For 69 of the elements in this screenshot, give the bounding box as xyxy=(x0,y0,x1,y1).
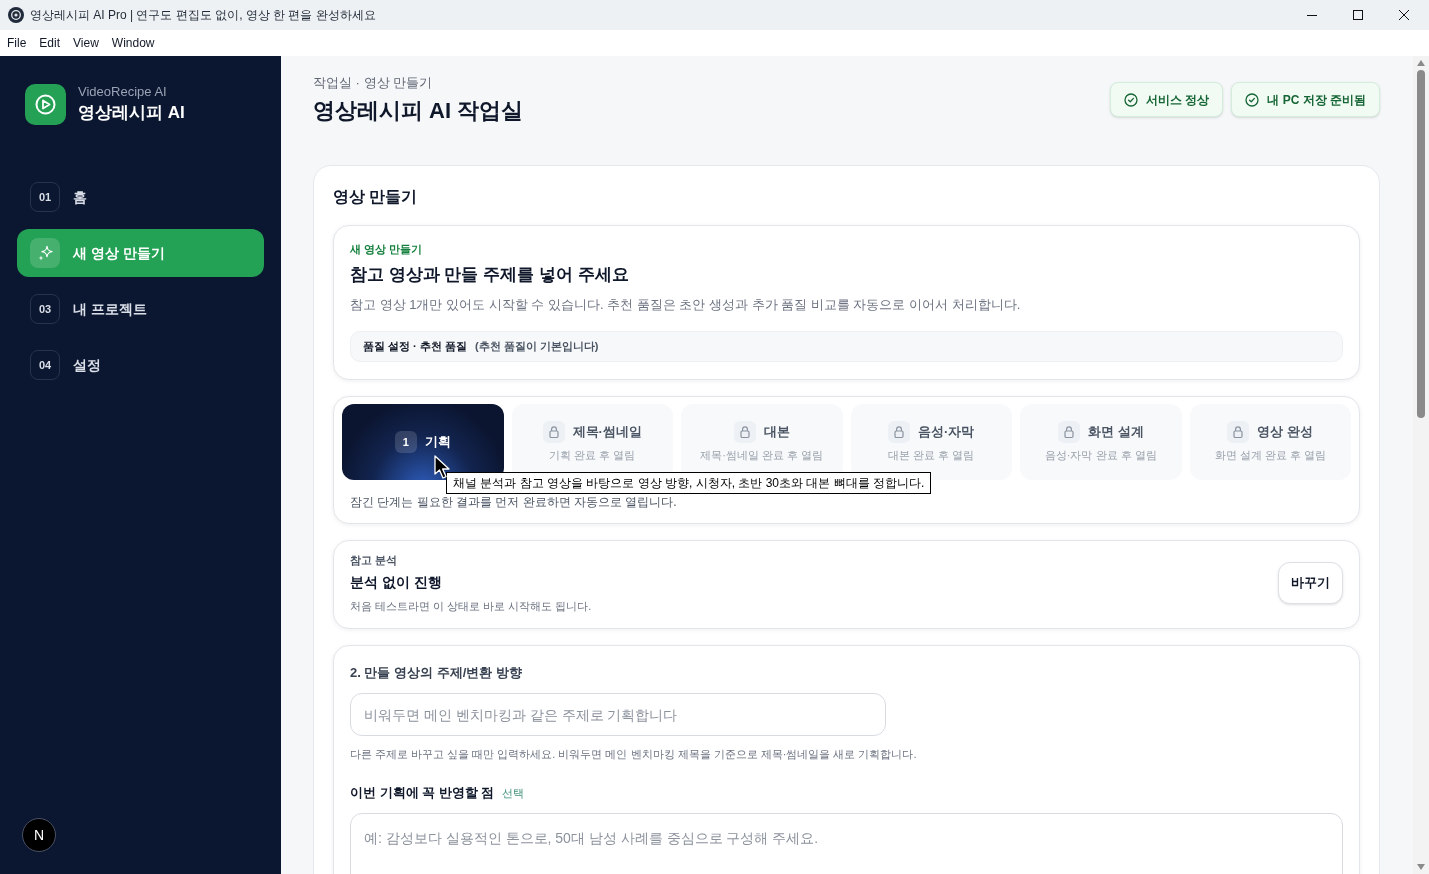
check-circle-icon xyxy=(1124,92,1138,107)
lock-icon xyxy=(1227,421,1250,443)
field-help: 다른 주제로 바꾸고 싶을 때만 입력하세요. 비워두면 메인 벤치마킹 제목을 기준으로 제목·썸네일을 새로 기획합니다. xyxy=(350,747,918,762)
sidebar-item[interactable]: 01 홈 xyxy=(17,173,264,221)
step-hint: 기획 완료 후 열림 xyxy=(549,448,636,463)
tooltip: 채널 분석과 참고 영상을 바탕으로 영상 방향, 시청자, 초반 30초와 대본 뼈대를 정합니다. xyxy=(446,472,932,494)
lock-icon xyxy=(542,421,565,443)
scroll-down-arrow-icon[interactable] xyxy=(1417,864,1425,870)
step-title: 화면 설계 xyxy=(1087,423,1144,441)
reference-label: 참고 분석 xyxy=(350,553,399,568)
lock-icon xyxy=(1057,421,1080,443)
menu-item[interactable]: Window xyxy=(111,35,155,51)
menu-item[interactable]: View xyxy=(73,35,99,51)
maximize-icon xyxy=(1353,10,1363,20)
check-circle-icon xyxy=(1245,92,1260,107)
item-number: 01 xyxy=(30,182,60,212)
step-hint: 대본 완료 후 열림 xyxy=(888,448,975,463)
brand-subtitle: VideoRecipe AI xyxy=(78,83,168,101)
step-title: 기획 xyxy=(424,433,451,451)
lock-icon xyxy=(733,421,756,443)
step-title: 제목·썸네일 xyxy=(572,423,642,441)
step-number: 1 xyxy=(394,431,417,453)
breadcrumb: 작업실 · 영상 만들기 xyxy=(313,74,434,92)
optional-tag: 선택 xyxy=(502,785,525,801)
sidebar-item[interactable]: 04 설정 xyxy=(17,341,264,389)
status-label: 서비스 정상 xyxy=(1146,91,1210,109)
step-hint: 음성·자막 완료 후 열림 xyxy=(1044,448,1157,463)
sidebar-item[interactable]: 03 내 프로젝트 xyxy=(17,285,264,333)
page-title: 영상레시피 AI 작업실 xyxy=(313,97,524,125)
window-title: 영상레시피 AI Pro | 연구도 편집도 없이, 영상 한 편을 완성하세요 xyxy=(30,7,376,24)
item-number: 04 xyxy=(30,350,60,380)
field-label: 2. 만들 영상의 주제/변환 방향 xyxy=(350,664,523,682)
quality-note: (추천 품질이 기본입니다) xyxy=(474,339,599,355)
quality-bar[interactable]: 품질 설정 · 추천 품질 (추천 품질이 기본입니다) xyxy=(350,331,1343,362)
step-title: 대본 xyxy=(763,423,790,441)
topic-input[interactable]: 비워두면 메인 벤치마킹과 같은 주제로 기획합니다 xyxy=(350,693,886,736)
field-label: 이번 기획에 꼭 반영할 점 xyxy=(350,784,495,802)
reference-hint: 처음 테스트라면 이 상태로 바로 시작해도 됩니다. xyxy=(350,599,592,614)
panel-title: 영상 만들기 xyxy=(333,187,419,207)
step-tab[interactable]: 화면 설계 음성·자막 완료 후 열림 xyxy=(1020,404,1182,480)
quality-label: 품질 설정 · 추천 품질 xyxy=(363,339,467,355)
sparkle-icon xyxy=(30,238,60,268)
step-title: 음성·자막 xyxy=(918,423,975,441)
menu-item[interactable]: Edit xyxy=(39,35,61,51)
status-label: 내 PC 저장 준비됨 xyxy=(1267,91,1366,109)
app-logo-icon xyxy=(8,7,24,23)
step-title: 영상 완성 xyxy=(1257,423,1314,441)
step-hint: 제목·썸네일 완료 후 열림 xyxy=(700,448,824,463)
reference-value: 분석 없이 진행 xyxy=(350,573,443,592)
minimize-icon xyxy=(1307,14,1317,16)
menu-item[interactable]: File xyxy=(7,35,27,51)
lock-icon xyxy=(888,421,911,443)
scroll-bar[interactable] xyxy=(1413,56,1429,874)
step-tab[interactable]: 영상 완성 화면 설계 완료 후 열림 xyxy=(1189,404,1351,480)
notes-textarea[interactable]: 예: 감성보다 실용적인 톤으로, 50대 남성 사례를 중심으로 구성해 주세요. xyxy=(350,813,1343,874)
eyebrow-label: 새 영상 만들기 xyxy=(350,242,424,257)
scroll-up-arrow-icon[interactable] xyxy=(1417,60,1425,66)
user-avatar[interactable]: N xyxy=(22,818,56,852)
mouse-cursor-icon xyxy=(434,455,452,479)
item-number: 03 xyxy=(30,294,60,324)
close-icon xyxy=(1399,10,1409,20)
step-hint: 화면 설계 완료 후 열림 xyxy=(1214,448,1326,463)
intro-heading: 참고 영상과 만들 주제를 넣어 주세요 xyxy=(350,264,630,286)
intro-description: 참고 영상 1개만 있어도 시작할 수 있습니다. 추천 품질은 초안 생성과 추가 품질 비교를 자동으로 이어서 처리합니다. xyxy=(350,296,1022,314)
play-logo-icon xyxy=(25,83,66,125)
steps-note: 잠긴 단계는 필요한 결과를 먼저 완료하면 자동으로 열립니다. xyxy=(349,494,678,510)
scroll-thumb[interactable] xyxy=(1417,70,1425,418)
change-button[interactable]: 바꾸기 xyxy=(1278,562,1343,604)
brand-name: 영상레시피 AI xyxy=(78,102,185,124)
